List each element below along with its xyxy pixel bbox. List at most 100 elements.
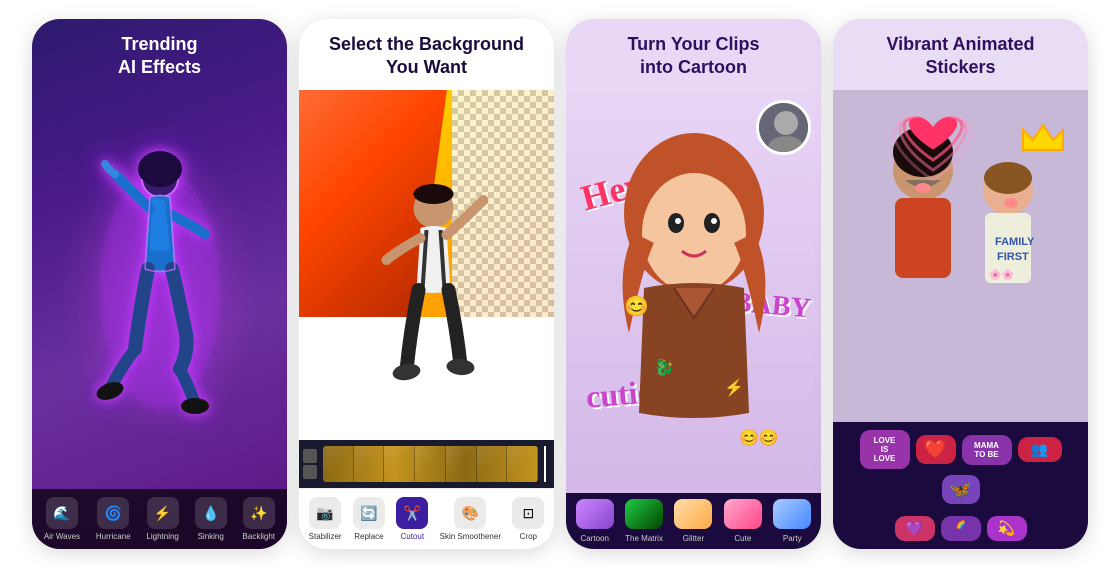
crop-icon: ⊡ [512,497,544,529]
rainbow-icon: 🌈 [956,520,966,529]
toolbar-item-replace[interactable]: 🔄 Replace [353,497,385,541]
cute-label: Cute [734,534,751,543]
hurricane-label: Hurricane [96,532,131,541]
skin-label: Skin Smoothener [440,532,501,541]
party-label: Party [783,534,802,543]
timeline-frame-5 [446,446,477,482]
timeline-icon-2 [303,465,317,479]
backlight-label: Backlight [243,532,275,541]
card3-content: Hey BABY cutie [566,90,821,493]
people-icon: 👥 [1031,441,1048,458]
toolbar-item-matrix[interactable]: The Matrix [625,499,663,543]
matrix-thumb [625,499,663,529]
svg-text:😊😊: 😊😊 [739,429,779,447]
card1-title: TrendingAI Effects [32,19,287,90]
svg-text:FAMILY: FAMILY [995,236,1035,248]
card4-sticker-row: LOVEISLOVE ❤️ MAMATO BE 👥 🦋 [833,422,1088,512]
svg-text:🌸🌸: 🌸🌸 [989,268,1014,281]
timeline-frame-4 [415,446,446,482]
phone-card-4: Vibrant AnimatedStickers [833,19,1088,549]
bird-icon: 🦋 [949,479,971,500]
timeline-frame-3 [384,446,415,482]
timeline-frame-7 [507,446,538,482]
timeline-icon-1 [303,449,317,463]
love-is-love-text: LOVEISLOVE [864,436,906,463]
toolbar-item-cartoon[interactable]: Cartoon [576,499,614,543]
airwaves-icon: 🌊 [46,497,78,529]
card3-toolbar: Cartoon The Matrix Glitter Cute Party [566,493,821,549]
timeline-frame-1 [323,446,354,482]
toolbar-item-cutout[interactable]: ✂️ Cutout [396,497,428,541]
card2-content [299,90,554,440]
svg-text:⚡: ⚡ [724,378,744,397]
sticker-rainbow[interactable]: 🌈 [941,516,981,541]
cartoon-label: Cartoon [580,534,608,543]
stabilizer-label: Stabilizer [309,532,342,541]
timeline-strip[interactable] [323,446,538,482]
cute-thumb [724,499,762,529]
timeline-frame-2 [354,446,385,482]
hurricane-icon: 🌀 [97,497,129,529]
toolbar-item-hurricane[interactable]: 🌀 Hurricane [96,497,131,541]
svg-text:🐉: 🐉 [654,358,674,377]
card4-content: FAMILY FIRST 🌸🌸 [833,90,1088,422]
party-thumb [773,499,811,529]
timeline-icons [303,449,317,479]
sticker-sparkle[interactable]: 💫 [987,516,1027,541]
svg-text:😊: 😊 [624,295,649,318]
sticker-people[interactable]: 👥 [1018,437,1062,462]
cartoon-girl: 🐉 ⚡ 😊 😊😊 [594,133,794,493]
skin-icon: 🎨 [454,497,486,529]
toolbar-item-backlight[interactable]: ✨ Backlight [243,497,275,541]
sticker-heart-small[interactable]: 💜 [895,516,935,541]
jumper-figure [368,180,498,420]
crop-label: Crop [520,532,537,541]
svg-text:FIRST: FIRST [997,251,1029,263]
sticker-bird[interactable]: 🦋 [942,475,980,504]
cutout-icon: ✂️ [396,497,428,529]
card1-toolbar: 🌊 Air Waves 🌀 Hurricane ⚡ Lightning 💧 Si… [32,489,287,549]
lightning-icon: ⚡ [147,497,179,529]
card3-title: Turn Your Clipsinto Cartoon [566,19,821,90]
timeline-bar [299,440,554,488]
heart-small-icon: 💜 [906,520,923,536]
toolbar-item-sinking[interactable]: 💧 Sinking [195,497,227,541]
dancer-figure [80,149,240,429]
replace-label: Replace [354,532,383,541]
timeline-cursor [544,446,546,482]
toolbar-item-stabilizer[interactable]: 📷 Stabilizer [309,497,342,541]
lightning-label: Lightning [146,532,178,541]
phone-card-2: Select the BackgroundYou Want [299,19,554,549]
replace-icon: 🔄 [353,497,385,529]
toolbar-item-cute[interactable]: Cute [724,499,762,543]
glitter-label: Glitter [683,534,704,543]
timeline-frame-6 [477,446,508,482]
glitter-thumb [674,499,712,529]
cartoon-thumb [576,499,614,529]
heart-icon: ❤️ [924,439,946,460]
sinking-icon: 💧 [195,497,227,529]
sparkle-icon: 💫 [998,520,1015,536]
heart-sticker-animated [883,105,983,200]
toolbar-item-lightning[interactable]: ⚡ Lightning [146,497,178,541]
crown-sticker [1018,120,1068,160]
toolbar-item-skin[interactable]: 🎨 Skin Smoothener [440,497,501,541]
app-showcase: TrendingAI Effects [0,0,1120,568]
card2-title: Select the BackgroundYou Want [299,19,554,90]
cutout-label: Cutout [400,532,424,541]
sticker-heart-red[interactable]: ❤️ [916,435,956,464]
toolbar-item-crop[interactable]: ⊡ Crop [512,497,544,541]
card4-title: Vibrant AnimatedStickers [833,19,1088,90]
sticker-love-is-love[interactable]: LOVEISLOVE [860,430,910,469]
toolbar-item-airwaves[interactable]: 🌊 Air Waves [44,497,80,541]
phone-card-1: TrendingAI Effects [32,19,287,549]
stabilizer-icon: 📷 [309,497,341,529]
mama-to-be-text: MAMATO BE [966,441,1008,459]
card2-toolbar: 📷 Stabilizer 🔄 Replace ✂️ Cutout 🎨 Skin … [299,488,554,549]
card4-sticker-row-2: 💜 🌈 💫 [833,512,1088,549]
sticker-mama-to-be[interactable]: MAMATO BE [962,435,1012,465]
airwaves-label: Air Waves [44,532,80,541]
toolbar-item-party[interactable]: Party [773,499,811,543]
phone-card-3: Turn Your Clipsinto Cartoon Hey BABY cut… [566,19,821,549]
toolbar-item-glitter[interactable]: Glitter [674,499,712,543]
